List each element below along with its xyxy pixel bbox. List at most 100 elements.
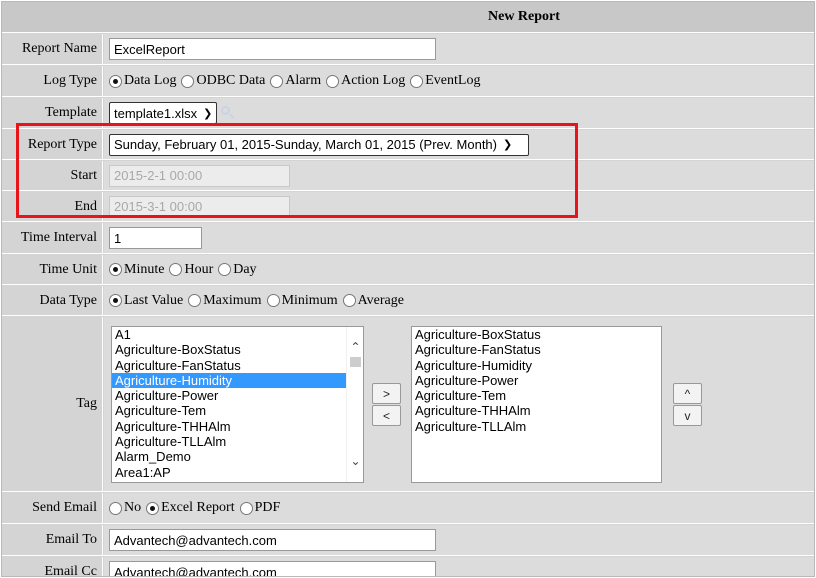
send-email-radio-excel-report[interactable] xyxy=(146,501,160,515)
form-title: New Report xyxy=(488,9,560,24)
time-unit-label: Time Unit xyxy=(2,255,103,284)
data-type-label: Data Type xyxy=(2,286,103,315)
move-up-button[interactable]: ^ xyxy=(673,383,702,404)
time-unit-option-label: Hour xyxy=(184,261,214,277)
tag-list-item[interactable]: Alarm_Demo xyxy=(112,449,363,464)
tag-list-item[interactable]: Agriculture-FanStatus xyxy=(112,358,363,373)
chevron-up-icon[interactable]: ⌃ xyxy=(347,339,363,356)
row-report-name: Report Name ExcelReport xyxy=(2,34,814,65)
send-email-radio-no[interactable] xyxy=(109,501,122,515)
row-email-to: Email To Advantech@advantech.com xyxy=(2,525,814,556)
report-name-label: Report Name xyxy=(2,34,103,64)
row-end: End 2015-3-1 00:00 xyxy=(2,192,814,222)
time-unit-option-label: Day xyxy=(233,261,257,277)
available-tags-list: A1 Agriculture-BoxStatus Agriculture-FanSt… xyxy=(112,327,363,480)
email-cc-input[interactable]: Advantech@advantech.com xyxy=(109,561,436,576)
selected-tags-list: Agriculture-BoxStatus Agriculture-FanStat… xyxy=(412,327,661,434)
send-email-label: Send Email xyxy=(2,493,103,523)
remove-tag-button[interactable]: < xyxy=(372,405,401,426)
end-label: End xyxy=(2,192,103,221)
form-header: New Report xyxy=(2,2,814,33)
row-template: Template template1.xlsx ❯ xyxy=(2,98,814,129)
data-type-option-label: Average xyxy=(357,292,404,308)
template-label: Template xyxy=(2,98,103,128)
report-name-input[interactable]: ExcelReport xyxy=(109,38,436,60)
email-to-input[interactable]: Advantech@advantech.com xyxy=(109,529,436,551)
row-data-type: Data Type Last Value Maximum Minimum Ave… xyxy=(2,286,814,316)
send-email-radio-group: No Excel Report PDF xyxy=(109,500,285,516)
tag-list-item[interactable]: Area1:AP xyxy=(112,465,363,480)
tag-list-item[interactable]: Agriculture-TLLAlm xyxy=(412,419,661,434)
row-time-unit: Time Unit Minute Hour Day xyxy=(2,255,814,285)
chevron-down-icon[interactable]: ⌄ xyxy=(347,453,363,470)
tag-list-item[interactable]: A1 xyxy=(112,327,363,342)
row-tag: Tag A1 Agriculture-BoxStatus Agriculture-F… xyxy=(2,317,814,492)
data-type-option-label: Last Value xyxy=(124,292,184,308)
log-type-option-label: Data Log xyxy=(124,73,177,88)
log-type-radio-eventlog[interactable] xyxy=(410,74,424,88)
log-type-option-label: Alarm xyxy=(285,73,322,88)
move-down-button[interactable]: v xyxy=(673,405,702,426)
end-datetime-field: 2015-3-1 00:00 xyxy=(109,195,290,218)
tag-list-item[interactable]: Agriculture-Tem xyxy=(112,403,363,418)
template-select-value: template1.xlsx xyxy=(114,105,198,121)
data-type-radio-maximum[interactable] xyxy=(188,294,202,307)
tag-list-item[interactable]: Agriculture-BoxStatus xyxy=(412,327,661,342)
tag-list-item[interactable]: Agriculture-TLLAlm xyxy=(112,434,363,449)
tag-list-item[interactable]: Agriculture-THHAlm xyxy=(412,403,661,418)
search-icon[interactable] xyxy=(221,106,235,120)
report-type-select-value: Sunday, February 01, 2015-Sunday, March … xyxy=(114,137,497,152)
scrollbar-thumb[interactable] xyxy=(350,357,361,367)
start-label: Start xyxy=(2,161,103,190)
tag-list-item[interactable]: Agriculture-Power xyxy=(412,373,661,388)
data-type-option-label: Maximum xyxy=(203,292,262,308)
time-unit-radio-group: Minute Hour Day xyxy=(109,262,262,278)
time-unit-option-label: Minute xyxy=(124,261,165,277)
new-report-form: New Report Report Name ExcelReport Log T… xyxy=(1,1,815,577)
data-type-radio-group: Last Value Maximum Minimum Average xyxy=(109,293,409,309)
time-unit-radio-hour[interactable] xyxy=(169,263,183,276)
data-type-radio-minimum[interactable] xyxy=(266,294,280,307)
log-type-option-label: EventLog xyxy=(425,73,481,88)
report-type-label: Report Type xyxy=(2,130,103,159)
time-interval-label: Time Interval xyxy=(2,223,103,253)
log-type-option-label: Action Log xyxy=(341,73,406,88)
log-type-label: Log Type xyxy=(2,66,103,96)
row-log-type: Log Type Data Log ODBC Data Alarm Action… xyxy=(2,66,814,97)
tag-list-item[interactable]: Agriculture-Humidity xyxy=(412,358,661,373)
time-interval-input[interactable]: 1 xyxy=(109,227,202,249)
send-email-option-label: No xyxy=(124,500,142,515)
tag-list-item[interactable]: Agriculture-THHAlm xyxy=(112,419,363,434)
tag-label: Tag xyxy=(2,317,103,491)
data-type-option-label: Minimum xyxy=(281,292,338,308)
send-email-option-label: Excel Report xyxy=(161,500,235,515)
send-email-option-label: PDF xyxy=(254,500,281,515)
row-send-email: Send Email No Excel Report PDF xyxy=(2,493,814,524)
start-datetime-field: 2015-2-1 00:00 xyxy=(109,164,290,187)
tag-list-item[interactable]: Agriculture-Humidity xyxy=(112,372,363,389)
row-report-type: Report Type Sunday, February 01, 2015-Su… xyxy=(2,130,814,160)
data-type-radio-average[interactable] xyxy=(342,294,356,307)
chevron-down-icon: ❯ xyxy=(503,139,513,151)
data-type-radio-last-value[interactable] xyxy=(109,294,122,307)
time-unit-radio-day[interactable] xyxy=(218,263,232,276)
log-type-radio-data-log[interactable] xyxy=(109,74,122,88)
tag-list-item[interactable]: Agriculture-Power xyxy=(112,388,363,403)
log-type-radio-odbc-data[interactable] xyxy=(181,74,195,88)
template-select[interactable]: template1.xlsx ❯ xyxy=(109,102,218,124)
email-to-label: Email To xyxy=(2,525,103,555)
selected-tags-listbox[interactable]: Agriculture-BoxStatus Agriculture-FanStat… xyxy=(411,326,662,483)
log-type-radio-alarm[interactable] xyxy=(270,74,284,88)
log-type-radio-action-log[interactable] xyxy=(326,74,340,88)
tag-list-item[interactable]: Agriculture-BoxStatus xyxy=(112,342,363,357)
available-tags-scrollbar[interactable]: ⌃ ⌄ xyxy=(346,327,363,482)
available-tags-listbox[interactable]: A1 Agriculture-BoxStatus Agriculture-FanSt… xyxy=(111,326,364,483)
report-type-select[interactable]: Sunday, February 01, 2015-Sunday, March … xyxy=(109,133,529,156)
send-email-radio-pdf[interactable] xyxy=(239,501,253,515)
log-type-radio-group: Data Log ODBC Data Alarm Action Log Even… xyxy=(109,73,485,89)
tag-list-item[interactable]: Agriculture-FanStatus xyxy=(412,342,661,357)
add-tag-button[interactable]: > xyxy=(372,383,401,404)
tag-list-item[interactable]: Agriculture-Tem xyxy=(412,388,661,403)
row-time-interval: Time Interval 1 xyxy=(2,223,814,254)
time-unit-radio-minute[interactable] xyxy=(109,263,122,276)
